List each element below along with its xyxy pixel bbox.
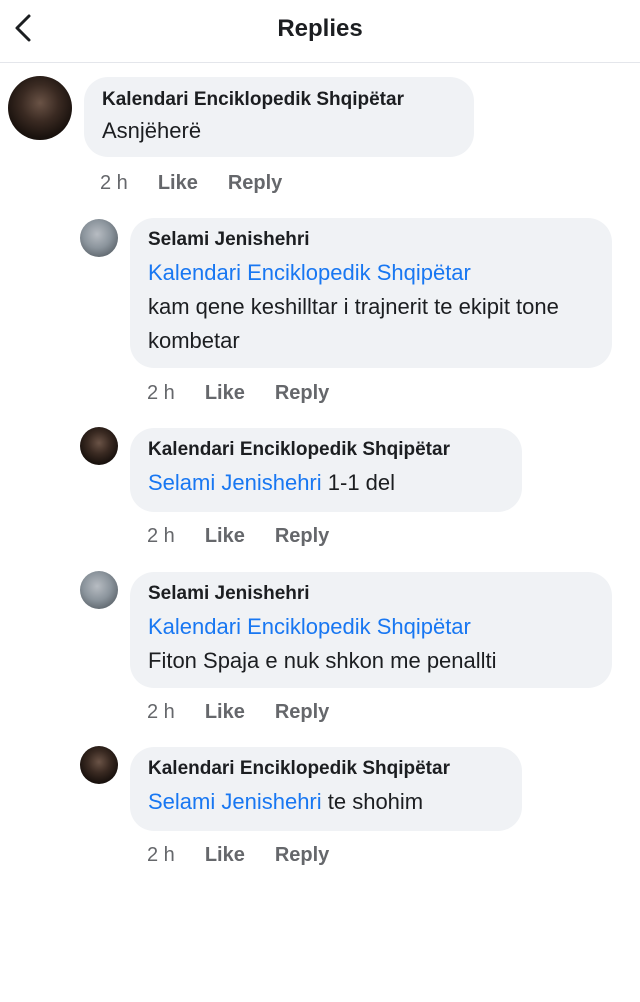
comment-time: 2 h xyxy=(147,844,175,866)
comment-body: te shohim xyxy=(321,789,424,814)
comment-bubble: Kalendari Enciklopedik Shqipëtar Asnjëhe… xyxy=(84,77,474,157)
like-button[interactable]: Like xyxy=(205,844,245,867)
reply-button[interactable]: Reply xyxy=(275,844,329,867)
comment-bubble: Selami Jenishehri Kalendari Enciklopedik… xyxy=(130,572,612,688)
like-button[interactable]: Like xyxy=(205,701,245,724)
comment-time: 2 h xyxy=(147,382,175,404)
avatar[interactable] xyxy=(80,219,118,257)
comment-actions: 2 h Like Reply xyxy=(147,844,329,867)
comment-time: 2 h xyxy=(147,701,175,723)
comment-body: Asnjëherë xyxy=(102,118,202,143)
mention-link[interactable]: Kalendari Enciklopedik Shqipëtar xyxy=(148,614,471,639)
avatar[interactable] xyxy=(80,571,118,609)
comment-author[interactable]: Kalendari Enciklopedik Shqipëtar xyxy=(148,757,504,781)
comment-text: Kalendari Enciklopedik Shqipëtar Fiton S… xyxy=(148,610,594,678)
comment-bubble: Selami Jenishehri Kalendari Enciklopedik… xyxy=(130,218,612,368)
mention-link[interactable]: Selami Jenishehri xyxy=(148,470,322,495)
comment-actions: 2 h Like Reply xyxy=(100,172,282,195)
reply-button[interactable]: Reply xyxy=(228,172,282,195)
comment-time: 2 h xyxy=(100,172,128,194)
page-title: Replies xyxy=(277,15,363,42)
like-button[interactable]: Like xyxy=(205,382,245,405)
avatar[interactable] xyxy=(80,427,118,465)
comment-actions: 2 h Like Reply xyxy=(147,382,329,405)
comment-time: 2 h xyxy=(147,525,175,547)
comment-body: kam qene keshilltar i trajnerit te ekipi… xyxy=(148,294,559,353)
comment-text: Selami Jenishehri 1-1 del xyxy=(148,466,504,500)
top-bar: Replies xyxy=(0,0,640,63)
mention-link[interactable]: Kalendari Enciklopedik Shqipëtar xyxy=(148,260,471,285)
comment-body: Fiton Spaja e nuk shkon me penallti xyxy=(148,648,497,673)
comment-text: Asnjëherë xyxy=(102,114,456,148)
reply-button[interactable]: Reply xyxy=(275,525,329,548)
comment-text: Kalendari Enciklopedik Shqipëtar kam qen… xyxy=(148,256,594,358)
comment-actions: 2 h Like Reply xyxy=(147,525,329,548)
mention-link[interactable]: Selami Jenishehri xyxy=(148,789,322,814)
comment-author[interactable]: Kalendari Enciklopedik Shqipëtar xyxy=(102,88,456,112)
reply-button[interactable]: Reply xyxy=(275,701,329,724)
comment-body: 1-1 del xyxy=(321,470,396,495)
reply-button[interactable]: Reply xyxy=(275,382,329,405)
comment-bubble: Kalendari Enciklopedik Shqipëtar Selami … xyxy=(130,428,522,512)
comment-text: Selami Jenishehri te shohim xyxy=(148,785,504,819)
avatar[interactable] xyxy=(8,76,72,140)
comment-actions: 2 h Like Reply xyxy=(147,701,329,724)
like-button[interactable]: Like xyxy=(158,172,198,195)
comment-author[interactable]: Selami Jenishehri xyxy=(148,582,594,606)
like-button[interactable]: Like xyxy=(205,525,245,548)
comment-author[interactable]: Kalendari Enciklopedik Shqipëtar xyxy=(148,438,504,462)
comment-author[interactable]: Selami Jenishehri xyxy=(148,228,594,252)
avatar[interactable] xyxy=(80,746,118,784)
comment-bubble: Kalendari Enciklopedik Shqipëtar Selami … xyxy=(130,747,522,831)
